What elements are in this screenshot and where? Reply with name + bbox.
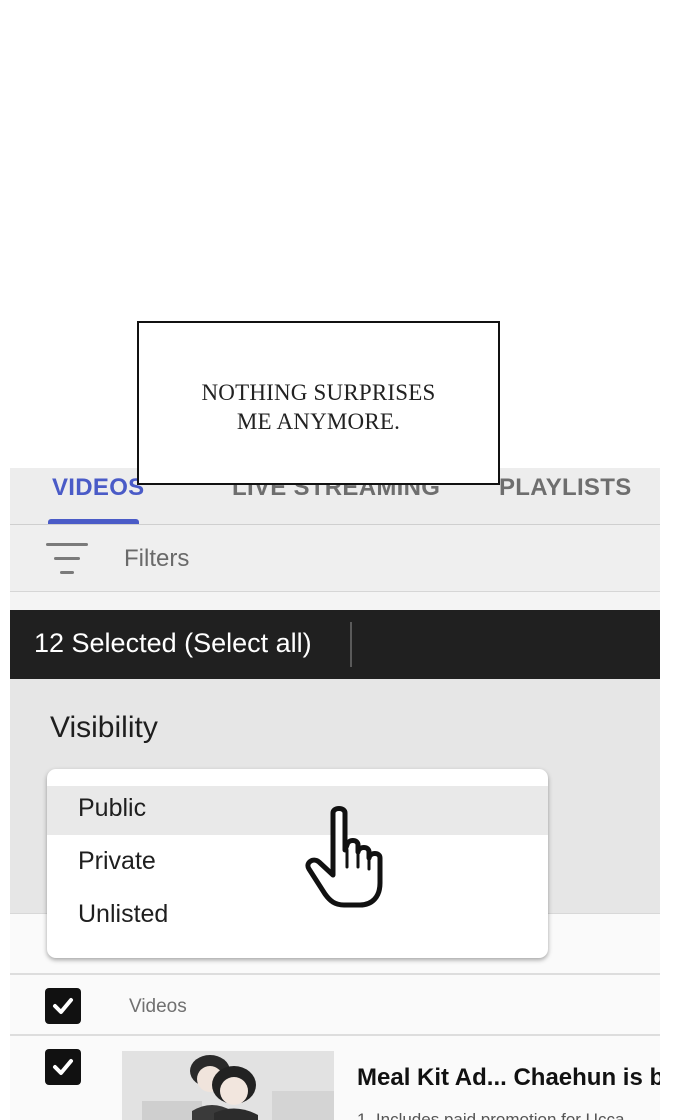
- option-label: Public: [78, 794, 147, 822]
- hand-pointer-icon: [305, 806, 383, 908]
- filters-label[interactable]: Filters: [124, 545, 189, 573]
- active-tab-indicator: [48, 519, 139, 524]
- filter-icon[interactable]: [46, 543, 88, 579]
- video-title[interactable]: Meal Kit Ad... Chaehun is b: [357, 1064, 660, 1092]
- tab-videos[interactable]: VIDEOS: [52, 474, 145, 502]
- visibility-option-private[interactable]: Private: [47, 839, 548, 888]
- visibility-option-unlisted[interactable]: Unlisted: [47, 892, 548, 941]
- video-thumbnail[interactable]: [122, 1051, 334, 1120]
- checkbox-checked-icon: [53, 1059, 73, 1075]
- spacer: [10, 592, 660, 610]
- checkbox-checked-icon: [53, 998, 73, 1014]
- divider: [10, 973, 660, 975]
- filters-bar[interactable]: Filters: [10, 525, 660, 592]
- visibility-option-public[interactable]: Public: [47, 786, 548, 835]
- visibility-dropdown: Public Private Unlisted: [47, 769, 548, 958]
- comic-caption-box: NOTHING SURPRISES ME ANYMORE.: [137, 321, 500, 485]
- row-checkbox[interactable]: [45, 1049, 81, 1085]
- comic-caption: NOTHING SURPRISES ME ANYMORE.: [201, 380, 436, 434]
- selection-bar: 12 Selected (Select all): [10, 610, 660, 679]
- select-all-checkbox[interactable]: [45, 988, 81, 1024]
- selection-bar-divider: [350, 622, 352, 667]
- divider: [10, 1034, 660, 1036]
- option-label: Private: [78, 847, 156, 875]
- visibility-title: Visibility: [50, 711, 158, 744]
- option-label: Unlisted: [78, 900, 169, 928]
- videos-column-header: Videos: [129, 996, 187, 1017]
- select-all-link[interactable]: 12 Selected (Select all): [34, 628, 312, 659]
- tab-playlists[interactable]: PLAYLISTS: [499, 474, 632, 502]
- video-description: 1. Includes paid promotion for Ucca: [357, 1110, 625, 1120]
